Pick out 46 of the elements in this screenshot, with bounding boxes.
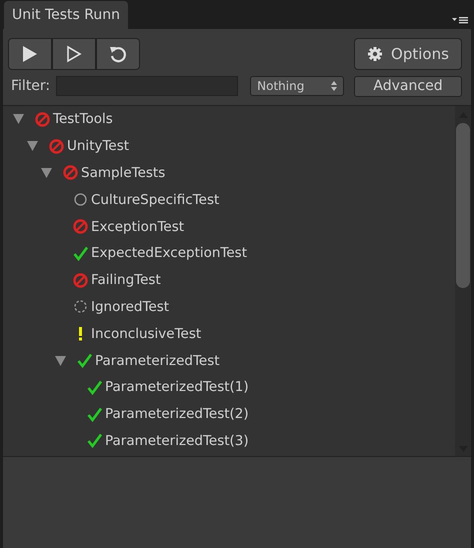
test-name[interactable]: ExpectedExceptionTest	[91, 245, 248, 262]
play-outline-icon	[66, 45, 82, 63]
check-icon	[77, 353, 92, 368]
expanded-arrow-icon[interactable]	[27, 141, 38, 152]
test-name[interactable]: TestTools	[53, 111, 113, 128]
gear-icon	[367, 46, 384, 62]
test-name[interactable]: ParameterizedTest(1)	[105, 379, 249, 396]
run-all-button[interactable]	[8, 38, 52, 70]
dashed-circle-icon	[73, 299, 88, 314]
scroll-thumb[interactable]	[456, 123, 470, 288]
expanded-arrow-icon[interactable]	[55, 356, 66, 366]
play-icon	[22, 45, 38, 63]
scrollbar[interactable]	[455, 106, 471, 456]
test-name[interactable]: ParameterizedTest	[95, 352, 220, 369]
refresh-icon	[109, 45, 127, 63]
test-name[interactable]: UnityTest	[67, 138, 130, 154]
updown-arrows-icon	[331, 81, 338, 91]
options-button[interactable]: Options	[354, 38, 462, 70]
test-name[interactable]: ParameterizedTest(2)	[105, 406, 249, 422]
failed-icon	[35, 112, 50, 127]
test-name[interactable]: ParameterizedTest(3)	[105, 432, 249, 449]
test-name[interactable]: IgnoredTest	[91, 298, 170, 315]
empty-circle-icon	[73, 192, 88, 208]
failed-icon	[73, 219, 88, 234]
check-icon	[87, 406, 102, 422]
check-icon	[87, 433, 102, 448]
test-name[interactable]: CultureSpecificTest	[91, 192, 220, 208]
filter-label: Filter:	[11, 78, 50, 94]
expanded-arrow-icon[interactable]	[41, 168, 52, 178]
test-name[interactable]: SampleTests	[81, 164, 166, 181]
rerun-button[interactable]	[96, 38, 140, 70]
check-icon	[73, 246, 88, 261]
failed-icon	[63, 165, 78, 180]
failed-icon	[49, 138, 64, 154]
menu-icon[interactable]	[452, 16, 468, 24]
filter-field[interactable]	[56, 76, 238, 96]
run-selected-button[interactable]	[52, 38, 96, 70]
expanded-arrow-icon[interactable]	[13, 114, 24, 124]
test-name[interactable]: InconclusiveTest	[91, 326, 202, 342]
filter-dropdown[interactable]: Nothing	[250, 76, 344, 96]
advanced-button[interactable]: Advanced	[354, 76, 462, 96]
check-icon	[87, 380, 102, 395]
window-tab[interactable]: Unit Tests Runn	[4, 1, 128, 29]
failed-icon	[73, 272, 88, 288]
test-name[interactable]: FailingTest	[91, 272, 161, 288]
test-name[interactable]: ExceptionTest	[91, 218, 184, 235]
